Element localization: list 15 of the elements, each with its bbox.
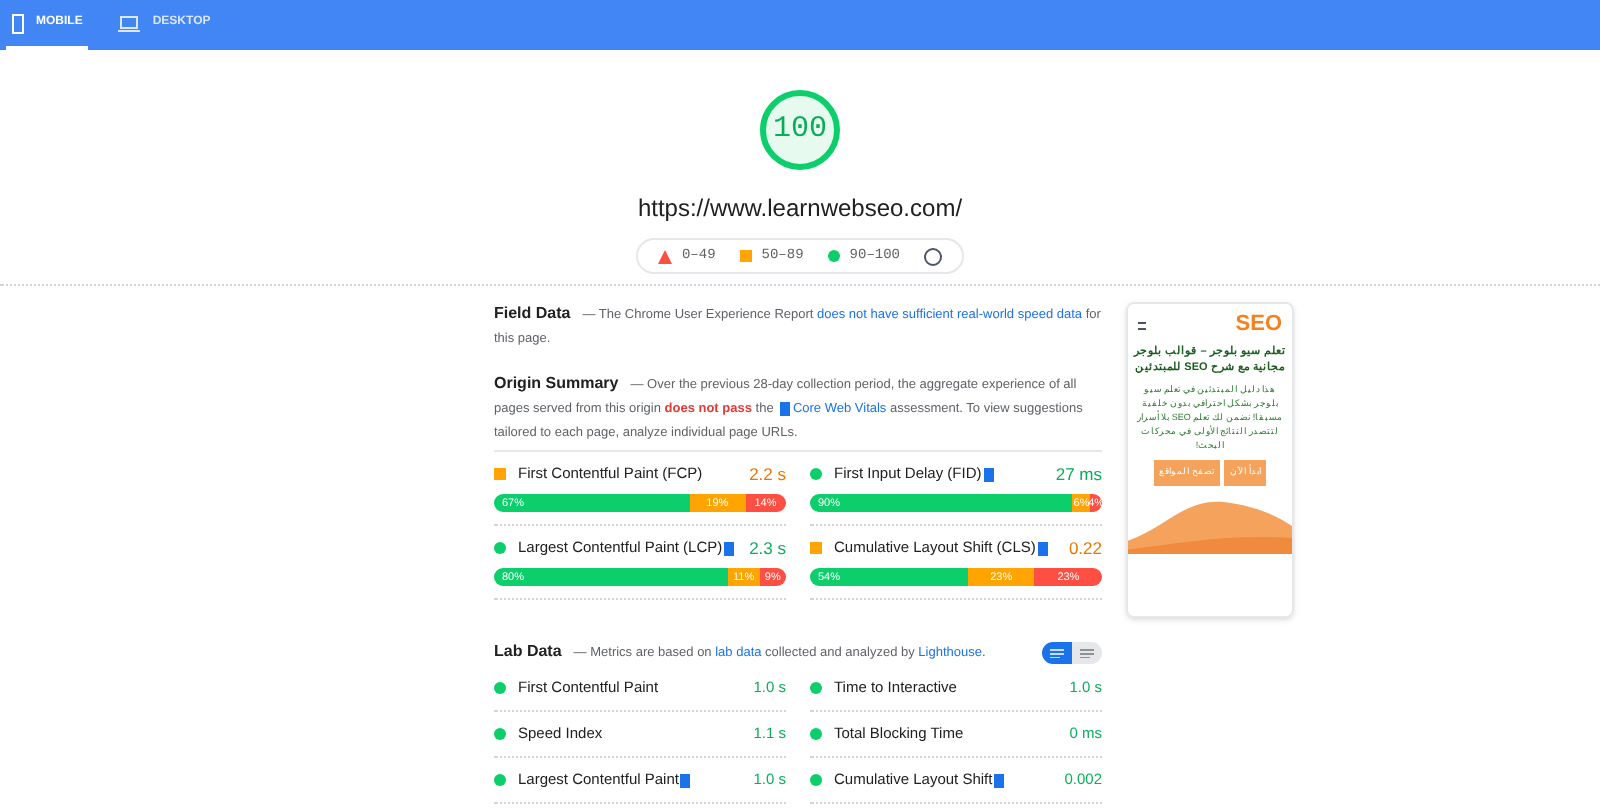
laptop-icon bbox=[118, 15, 141, 31]
phone-icon bbox=[12, 13, 24, 33]
flag-icon bbox=[779, 401, 790, 416]
metric-value: 0.22 bbox=[1068, 536, 1102, 560]
metric-value: 2.2 s bbox=[749, 462, 786, 486]
menu-icon bbox=[1138, 321, 1146, 329]
metric-value: 27 ms bbox=[1055, 462, 1102, 486]
view-toggle[interactable] bbox=[1042, 642, 1072, 664]
metric-value: 2.3 s bbox=[749, 536, 786, 560]
page-url: https://www.learnwebseo.com/ bbox=[637, 192, 963, 226]
view-toggle[interactable] bbox=[1072, 642, 1102, 664]
info-icon[interactable] bbox=[924, 247, 943, 265]
site-logo: SEO bbox=[1235, 314, 1282, 336]
score-gauge: 100 bbox=[760, 90, 840, 170]
list-icon bbox=[1080, 648, 1094, 658]
